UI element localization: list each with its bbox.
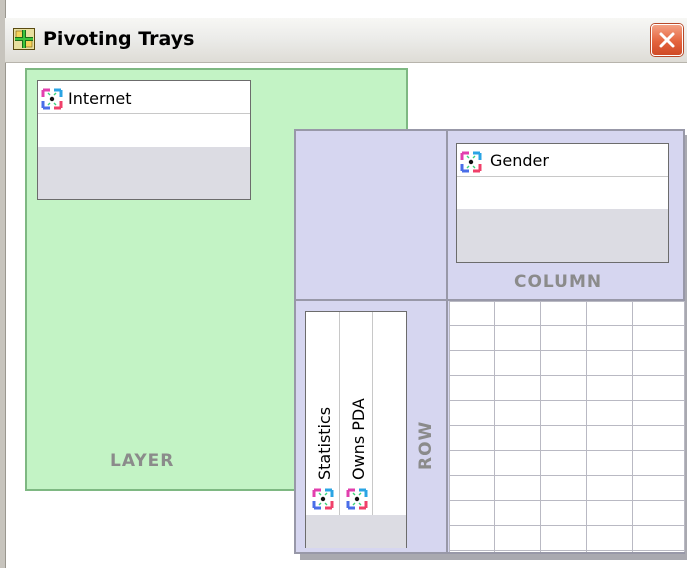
variable-icon bbox=[41, 88, 63, 110]
grid-line bbox=[586, 301, 587, 552]
grid-line bbox=[684, 301, 685, 552]
grid-line bbox=[449, 550, 685, 551]
row-variable-label[interactable]: Owns PDA bbox=[349, 398, 368, 480]
grid-line bbox=[540, 301, 541, 552]
grid-line bbox=[449, 450, 685, 451]
tray-empty-area bbox=[38, 147, 250, 199]
window-title: Pivoting Trays bbox=[43, 28, 195, 50]
row-variable-box[interactable]: Statistics Owns PDA bbox=[305, 311, 407, 548]
grid-line bbox=[632, 301, 633, 552]
tray-empty-area bbox=[306, 515, 406, 548]
row-col-divider bbox=[339, 312, 340, 548]
pivot-data-grid bbox=[449, 301, 685, 552]
row-label: ROW bbox=[416, 420, 436, 470]
grid-line bbox=[449, 350, 685, 351]
grid-line bbox=[449, 500, 685, 501]
window-left-edge bbox=[0, 0, 6, 568]
grid-line bbox=[449, 525, 685, 526]
grid-line bbox=[449, 475, 685, 476]
pivoting-trays-window: Pivoting Trays Internet LAYER Gender COL… bbox=[0, 0, 687, 568]
layer-variable-label[interactable]: Internet bbox=[68, 89, 132, 108]
close-button[interactable] bbox=[651, 24, 683, 56]
variable-icon bbox=[460, 151, 482, 173]
column-label: COLUMN bbox=[514, 272, 603, 292]
variable-icon bbox=[346, 488, 368, 510]
tray-row-divider bbox=[38, 113, 250, 114]
grid-line bbox=[449, 301, 685, 302]
column-variable-box[interactable]: Gender bbox=[456, 143, 669, 263]
title-bar[interactable]: Pivoting Trays bbox=[5, 18, 687, 63]
grid-line bbox=[449, 425, 685, 426]
close-icon bbox=[659, 32, 675, 48]
grid-line bbox=[494, 301, 495, 552]
tray-row-divider bbox=[457, 176, 668, 177]
row-variable-label[interactable]: Statistics bbox=[315, 407, 334, 480]
grid-line bbox=[449, 325, 685, 326]
grid-line bbox=[449, 375, 685, 376]
pivot-vertical-divider bbox=[446, 131, 448, 552]
layer-label: LAYER bbox=[110, 451, 175, 471]
column-variable-label[interactable]: Gender bbox=[490, 151, 549, 170]
layer-variable-box[interactable]: Internet bbox=[37, 80, 251, 200]
row-col-divider bbox=[372, 312, 373, 548]
grid-line bbox=[449, 301, 450, 552]
variable-icon bbox=[312, 488, 334, 510]
pivot-tray-icon bbox=[13, 28, 35, 50]
tray-empty-area bbox=[457, 209, 668, 262]
grid-line bbox=[449, 400, 685, 401]
